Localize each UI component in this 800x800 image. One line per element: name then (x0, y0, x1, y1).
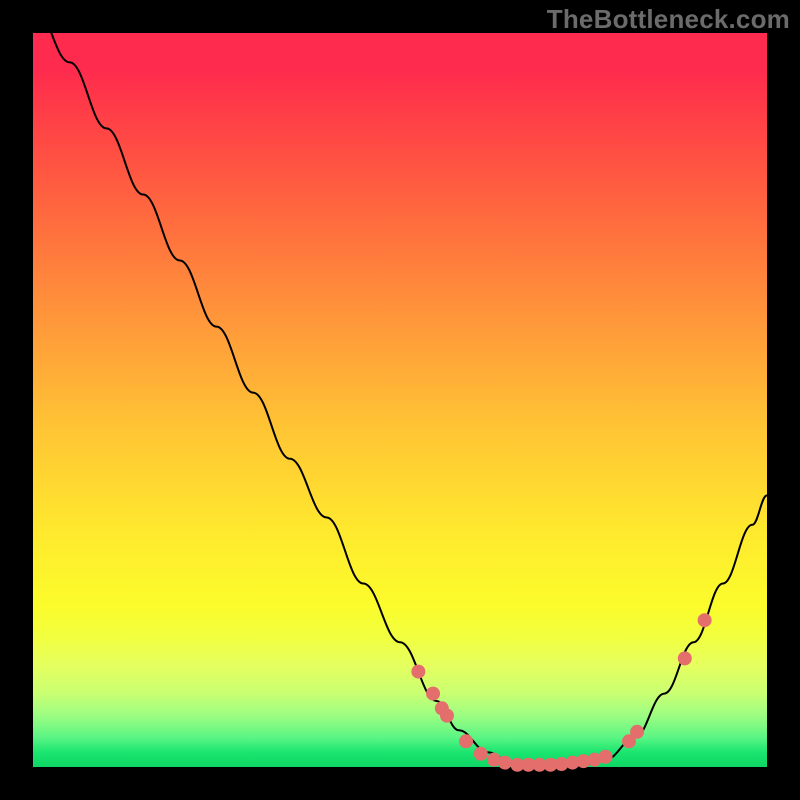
watermark-text: TheBottleneck.com (547, 4, 790, 35)
data-point (698, 613, 712, 627)
data-point (678, 651, 692, 665)
data-point (630, 725, 644, 739)
data-point (474, 747, 488, 761)
data-point (498, 756, 512, 770)
data-point (599, 750, 613, 764)
data-point (411, 665, 425, 679)
bottleneck-curve (33, 4, 767, 767)
bottleneck-chart (33, 33, 767, 767)
data-point (440, 709, 454, 723)
data-point (426, 687, 440, 701)
data-point (459, 734, 473, 748)
